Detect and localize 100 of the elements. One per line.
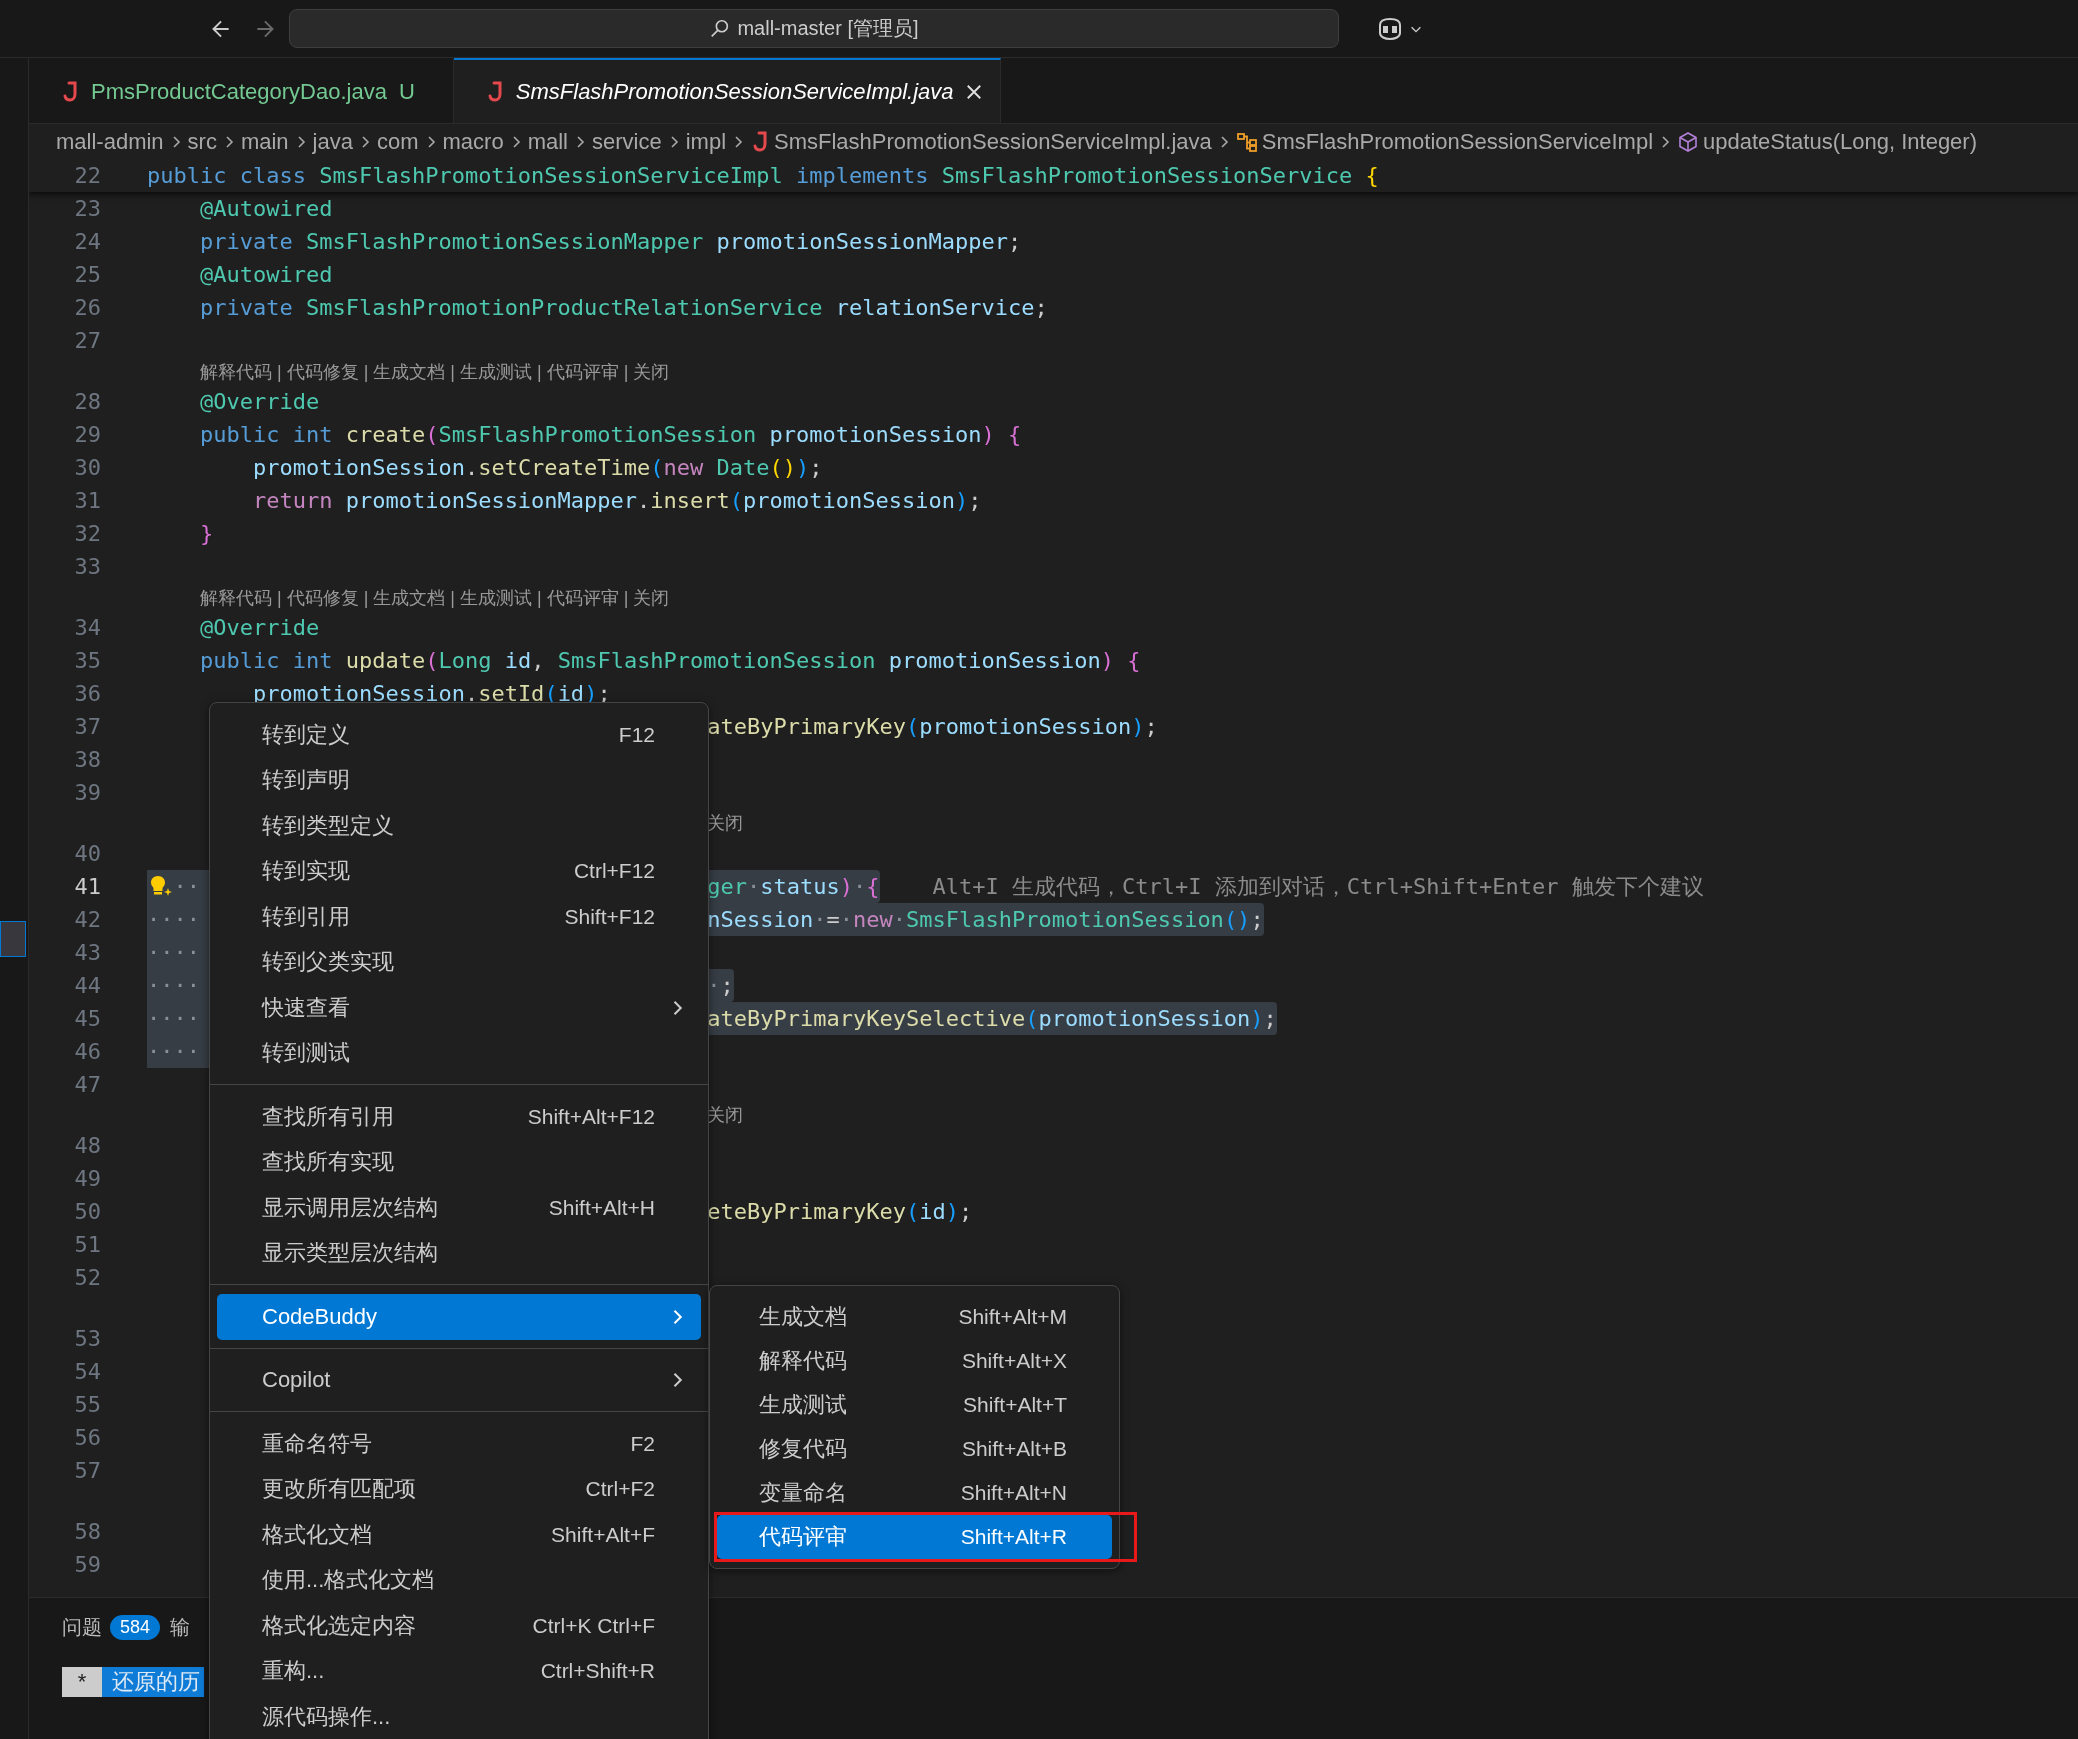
code-line: } (198, 520, 214, 548)
line-number: 54 (74, 1359, 101, 1384)
command-center-field[interactable]: mall-master [管理员] (289, 9, 1339, 48)
highlighted-text: 还原的历 (102, 1667, 204, 1697)
menu-item[interactable]: 转到类型定义 (217, 803, 701, 849)
line-number: 40 (74, 841, 101, 866)
line-number: 42 (74, 907, 101, 932)
line-number: 55 (74, 1392, 101, 1417)
code-line: return promotionSessionMapper.insert(promotionSession); (251, 487, 982, 515)
menu-item[interactable]: 使用...格式化文档 (217, 1557, 701, 1603)
breadcrumb-item[interactable]: mall-admin (56, 128, 164, 155)
line-number: 51 (74, 1232, 101, 1257)
marker-box: * (62, 1667, 102, 1697)
menu-item[interactable]: 格式化选定内容 Ctrl+K Ctrl+F (217, 1603, 701, 1649)
menu-item[interactable]: 更改所有匹配项 Ctrl+F2 (217, 1466, 701, 1512)
menu-item[interactable]: 解释代码 Shift+Alt+X (717, 1339, 1112, 1383)
code-lens-actions[interactable]: 关闭 (707, 1101, 744, 1129)
code-line: @Autowired (198, 195, 333, 223)
code-line: @Override (198, 388, 320, 416)
breadcrumb-item[interactable]: updateStatus(Long, Integer) (1703, 128, 1977, 155)
breadcrumb-item[interactable]: macro (442, 128, 504, 155)
menu-item[interactable]: 显示调用层次结构 Shift+Alt+H (217, 1185, 701, 1231)
line-number: 22 (74, 163, 101, 188)
line-number: 33 (74, 554, 101, 579)
line-number: 27 (74, 328, 101, 353)
menu-item[interactable]: 重构... Ctrl+Shift+R (217, 1648, 701, 1694)
breadcrumb-item[interactable]: java (312, 128, 353, 155)
cube-icon (1677, 130, 1700, 153)
code-line: @Autowired (198, 261, 333, 289)
line-number: 29 (74, 422, 101, 447)
menu-item[interactable]: 转到声明 (217, 757, 701, 803)
menu-item[interactable]: 显示类型层次结构 (217, 1230, 701, 1276)
menu-item[interactable]: 生成测试 Shift+Alt+T (717, 1383, 1112, 1427)
line-number: 41 (74, 874, 101, 899)
line-number: 44 (74, 973, 101, 998)
code-line: promotionSession.setCreateTime(new Date()); (251, 454, 823, 482)
code-line: public int update(Long id, SmsFlashPromotionSession promotionSession) { (198, 647, 1141, 675)
code-lens-actions[interactable]: 解释代码 | 代码修复 | 生成文档 | 生成测试 | 代码评审 | 关闭 (199, 588, 670, 608)
line-number: 26 (74, 295, 101, 320)
line-number: 48 (74, 1133, 101, 1158)
line-number: 47 (74, 1072, 101, 1097)
panel-tab[interactable]: 输 (170, 1613, 191, 1641)
line-number: 30 (74, 455, 101, 480)
code-line: eteByPrimaryKey(id); (707, 1198, 973, 1226)
line-number: 43 (74, 940, 101, 965)
panel-tab[interactable]: 问题 584 (62, 1613, 161, 1641)
line-number: 49 (74, 1166, 101, 1191)
breadcrumb-item[interactable]: mall (527, 128, 568, 155)
menu-item[interactable]: 查找所有实现 (217, 1139, 701, 1185)
breadcrumb-item[interactable]: SmsFlashPromotionSessionServiceImpl.java (774, 128, 1212, 155)
line-number: 25 (74, 262, 101, 287)
breadcrumb-item[interactable]: service (592, 128, 662, 155)
code-line: private SmsFlashPromotionSessionMapper promotionSessionMapper; (198, 228, 1022, 256)
code-line: public class SmsFlashPromotionSessionServiceImpl implements SmsFlashPromotionSessionService { (147, 162, 1379, 190)
line-number: 37 (74, 714, 101, 739)
line-number: 57 (74, 1458, 101, 1483)
menu-item[interactable]: 源代码操作... (217, 1694, 701, 1739)
line-number: 24 (74, 229, 101, 254)
code-line: @Override (198, 614, 320, 642)
class-symbol-icon (1235, 130, 1258, 153)
line-number: 52 (74, 1265, 101, 1290)
line-number: 38 (74, 747, 101, 772)
menu-item[interactable]: 查找所有引用 Shift+Alt+F12 (217, 1094, 701, 1140)
menu-item[interactable]: 生成文档 Shift+Alt+M (717, 1295, 1112, 1339)
code-line: public int create(SmsFlashPromotionSession promotionSession) { (198, 421, 1022, 449)
code-lens-actions[interactable]: 解释代码 | 代码修复 | 生成文档 | 生成测试 | 代码评审 | 关闭 (199, 362, 670, 382)
line-number: 46 (74, 1039, 101, 1064)
menu-item[interactable]: CodeBuddy (217, 1294, 701, 1340)
inline-hint: Alt+I 生成代码，Ctrl+I 添加到对话，Ctrl+Shift+Enter 触发下个建议 (932, 873, 1704, 901)
editor-tab[interactable]: PmsProductCategoryDao.java U (29, 58, 454, 123)
breadcrumb-item[interactable]: src (187, 128, 217, 155)
menu-item[interactable]: 代码评审 Shift+Alt+R (717, 1515, 1112, 1559)
menu-item[interactable]: 变量命名 Shift+Alt+N (717, 1471, 1112, 1515)
menu-item[interactable]: 修复代码 Shift+Alt+B (717, 1427, 1112, 1471)
menu-item[interactable]: Copilot (217, 1357, 701, 1403)
menu-item[interactable]: 格式化文档 Shift+Alt+F (217, 1512, 701, 1558)
line-number: 50 (74, 1199, 101, 1224)
breadcrumb-item[interactable]: com (376, 128, 419, 155)
code-line: ateByPrimaryKey(promotionSession); (707, 713, 1158, 741)
line-number: 56 (74, 1425, 101, 1450)
line-number: 28 (74, 389, 101, 414)
line-number: 31 (74, 488, 101, 513)
line-number: 58 (74, 1519, 101, 1544)
menu-item[interactable]: 转到定义 F12 (217, 712, 701, 758)
code-lens-actions[interactable]: 关闭 (707, 809, 744, 837)
line-number: 45 (74, 1006, 101, 1031)
line-number: 36 (74, 681, 101, 706)
menu-item[interactable]: 重命名符号 F2 (217, 1421, 701, 1467)
activity-item[interactable] (0, 921, 26, 957)
line-number: 39 (74, 780, 101, 805)
breadcrumb-item[interactable]: main (240, 128, 289, 155)
line-number: 23 (74, 196, 101, 221)
line-number: 59 (74, 1552, 101, 1577)
line-number: 53 (74, 1326, 101, 1351)
breadcrumb-item[interactable]: impl (685, 128, 727, 155)
count-badge: 584 (110, 1614, 161, 1640)
line-number: 35 (74, 648, 101, 673)
breadcrumb-item[interactable]: SmsFlashPromotionSessionServiceImpl (1261, 128, 1654, 155)
line-number: 32 (74, 521, 101, 546)
editor-tab[interactable]: SmsFlashPromotionSessionServiceImpl.java (453, 58, 1001, 123)
